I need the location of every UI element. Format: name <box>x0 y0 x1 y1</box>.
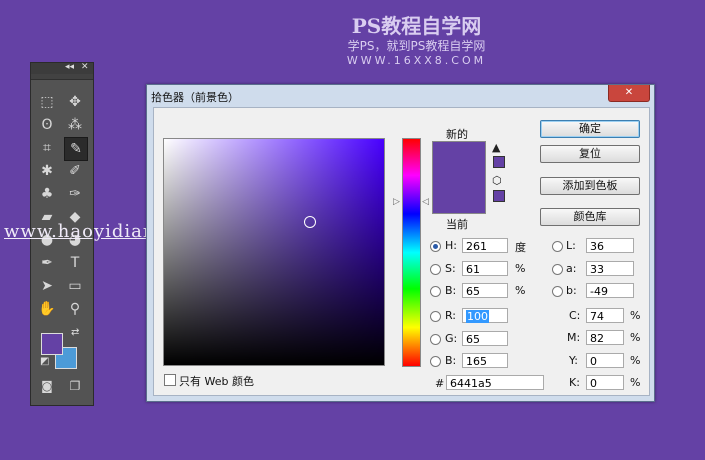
lab-a-radio[interactable] <box>552 264 563 275</box>
close-icon[interactable]: ✕ <box>81 62 89 72</box>
lightness-radio[interactable] <box>552 241 563 252</box>
hue-input[interactable]: 261 <box>462 238 508 253</box>
close-button[interactable]: ✕ <box>608 85 650 102</box>
web-safe-warning-icon: ⬡ <box>492 174 502 187</box>
lab-a-input[interactable]: 33 <box>586 261 634 276</box>
hue-slider[interactable] <box>402 138 421 367</box>
gamut-color-swatch[interactable] <box>493 156 505 168</box>
watermark-subtitle: 学PS，就到PS教程自学网 <box>347 39 486 53</box>
hue-unit: 度 <box>515 241 526 254</box>
hex-input[interactable]: 6441a5 <box>446 375 544 390</box>
ok-button[interactable]: 确定 <box>540 120 640 138</box>
saturation-brightness-field[interactable] <box>163 138 385 366</box>
yellow-label: Y: <box>569 354 578 367</box>
brightness-input[interactable]: 65 <box>462 283 508 298</box>
add-to-swatches-button[interactable]: 添加到色板 <box>540 177 640 195</box>
type-tool-icon[interactable]: T <box>64 252 86 274</box>
out-of-gamut-warning-icon: ▲ <box>492 141 501 154</box>
tools-panel-header: ◂◂ ✕ <box>31 62 93 74</box>
lab-b-radio[interactable] <box>552 286 563 297</box>
hue-label: H: <box>445 239 457 252</box>
marquee-tool-icon[interactable]: ⬚ <box>36 91 58 113</box>
quick-mask-icon[interactable]: ◙ <box>36 375 58 397</box>
lab-a-label: a: <box>566 262 577 275</box>
collapse-icon[interactable]: ◂◂ <box>65 62 74 72</box>
crop-tool-icon[interactable]: ⌗ <box>36 137 58 159</box>
web-safe-color-swatch[interactable] <box>493 190 505 202</box>
brush-tool-icon[interactable]: ✐ <box>64 160 86 182</box>
color-picker-cursor[interactable] <box>304 216 316 228</box>
dialog-title: 拾色器（前景色） <box>151 91 239 104</box>
black-input[interactable]: 0 <box>586 375 624 390</box>
lightness-label: L: <box>566 239 576 252</box>
red-input[interactable]: 100 <box>462 308 508 323</box>
magic-wand-tool-icon[interactable]: ⁂ <box>64 114 86 136</box>
hue-slider-right-arrow[interactable]: ◁ <box>422 197 429 207</box>
pen-tool-icon[interactable]: ✒ <box>36 252 58 274</box>
yellow-unit: % <box>630 354 641 367</box>
zoom-tool-icon[interactable]: ⚲ <box>64 298 86 320</box>
move-tool-icon[interactable]: ✥ <box>64 91 86 113</box>
brightness-label: B: <box>445 284 457 297</box>
green-radio[interactable] <box>430 334 441 345</box>
new-color-swatch <box>432 141 486 178</box>
stamp-tool-icon[interactable]: ♣ <box>36 183 58 205</box>
dialog-body: ▷ ◁ 新的 当前 ▲ ⬡ 确定 复位 添加到色板 颜色库 H: 261 度 S… <box>153 107 650 396</box>
magenta-unit: % <box>630 331 641 344</box>
hue-slider-left-arrow[interactable]: ▷ <box>393 197 400 207</box>
saturation-input[interactable]: 61 <box>462 261 508 276</box>
blue-label: B: <box>445 354 457 367</box>
cyan-input[interactable]: 74 <box>586 308 624 323</box>
current-color-swatch[interactable] <box>432 177 486 214</box>
saturation-unit: % <box>515 262 526 275</box>
saturation-radio[interactable] <box>430 264 441 275</box>
red-label: R: <box>445 309 457 322</box>
watermark-title: PS教程自学网 <box>351 14 482 38</box>
green-input[interactable]: 65 <box>462 331 508 346</box>
watermark-site: WWW.16XX8.COM <box>346 54 487 67</box>
new-label: 新的 <box>446 128 468 141</box>
red-radio[interactable] <box>430 311 441 322</box>
history-brush-tool-icon[interactable]: ✑ <box>64 183 86 205</box>
magenta-input[interactable]: 82 <box>586 330 624 345</box>
current-label: 当前 <box>446 218 468 231</box>
web-colors-only-label: 只有 Web 颜色 <box>179 375 254 388</box>
reset-button[interactable]: 复位 <box>540 145 640 163</box>
lightness-input[interactable]: 36 <box>586 238 634 253</box>
blue-radio[interactable] <box>430 356 441 367</box>
hue-radio[interactable] <box>430 241 441 252</box>
red-input-value: 100 <box>466 310 489 323</box>
lasso-tool-icon[interactable]: ʘ <box>36 114 58 136</box>
foreground-color-swatch[interactable] <box>41 333 63 355</box>
yellow-input[interactable]: 0 <box>586 353 624 368</box>
cyan-label: C: <box>569 309 581 322</box>
path-select-tool-icon[interactable]: ➤ <box>36 275 58 297</box>
screen-mode-icon[interactable]: ❐ <box>64 375 86 397</box>
saturation-label: S: <box>445 262 456 275</box>
swap-colors-icon[interactable]: ⇄ <box>71 328 81 338</box>
default-colors-icon[interactable]: ◩ <box>40 357 50 367</box>
cyan-unit: % <box>630 309 641 322</box>
brightness-radio[interactable] <box>430 286 441 297</box>
blue-input[interactable]: 165 <box>462 353 508 368</box>
eyedropper-tool-icon[interactable]: ✎ <box>64 137 88 161</box>
green-label: G: <box>445 332 458 345</box>
brightness-unit: % <box>515 284 526 297</box>
hand-tool-icon[interactable]: ✋ <box>36 298 58 320</box>
color-libraries-button[interactable]: 颜色库 <box>540 208 640 226</box>
black-unit: % <box>630 376 641 389</box>
shape-tool-icon[interactable]: ▭ <box>64 275 86 297</box>
healing-tool-icon[interactable]: ✱ <box>36 160 58 182</box>
magenta-label: M: <box>567 331 581 344</box>
color-picker-dialog: 拾色器（前景色） ✕ ▷ ◁ 新的 当前 ▲ ⬡ 确定 复位 添加到色板 颜色库… <box>146 84 655 402</box>
panel-grip[interactable] <box>31 74 93 80</box>
lab-b-label: b: <box>566 284 577 297</box>
web-colors-only-checkbox[interactable] <box>164 374 176 386</box>
lab-b-input[interactable]: -49 <box>586 283 634 298</box>
hex-label: # <box>435 377 445 390</box>
black-label: K: <box>569 376 580 389</box>
